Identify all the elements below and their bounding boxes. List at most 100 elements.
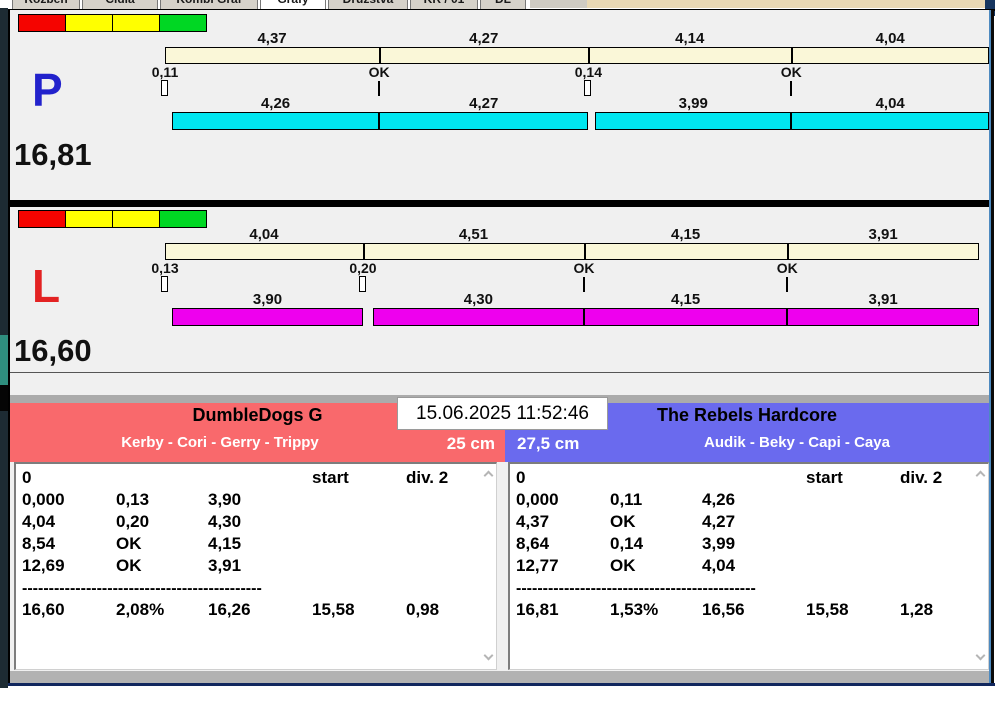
cell: 1,53% [610,600,659,619]
tab-kr-01[interactable]: KR / 01 [410,0,478,9]
ok-marker-tick [378,81,381,96]
clean-time-label: 4,27 [469,95,499,112]
scroll-down-icon[interactable] [483,650,494,661]
fault-marker-box [584,80,592,96]
run-table-right[interactable]: 0 start div. 2 0,000 0,11 4,26 4,37 OK 4,27 8,64 0… [508,462,989,670]
clean-time-label: 3,99 [678,95,708,112]
team-dogs-left: Kerby - Cori - Gerry - Trippy [121,434,319,451]
table-row: 8,54 OK 4,15 [16,534,496,556]
table-row: 12,69 OK 3,91 [16,556,496,578]
table-row: 12,77 OK 4,04 [510,556,988,578]
cell: 0,14 [610,534,644,553]
ok-marker-tick [790,81,793,96]
table-row: 8,64 0,14 3,99 [510,534,988,556]
legend-block-0 [18,14,66,32]
split-time-label: 4,14 [675,30,705,47]
split-divider [362,244,365,259]
clean-time-label: 4,26 [260,95,291,112]
cell: 0,20 [116,512,150,531]
cell: 16,60 [22,600,65,619]
clean-time-label: 3,91 [868,291,898,308]
cell: 4,04 [22,512,56,531]
cell: start [312,468,349,487]
split-time-label: 4,51 [458,226,489,243]
legend-block-3 [159,14,207,32]
legend-block-1 [65,210,113,228]
cell: 0 [516,468,526,487]
lane-panel-left: L 16,60 4,04 4,51 4,15 3,91 0,13 0,20 OK OK 3,90 4,… [10,207,989,372]
cell: 4,27 [702,512,736,531]
cell: 2,08% [116,600,165,619]
tab-dru-stva[interactable]: Družstva [328,0,408,9]
event-label-fault: 0,20 [349,260,377,276]
split-time-label: 4,04 [249,226,279,243]
event-label-ok: OK [573,260,595,276]
split-divider [583,244,586,259]
cell: 4,15 [208,534,242,553]
cell: 1,28 [900,600,934,619]
cell: OK [116,556,142,575]
clean-time-label: 4,30 [463,291,493,308]
cell: OK [610,512,636,531]
split-time-label: 4,27 [469,30,499,47]
table-row: 4,04 0,20 4,30 [16,512,496,534]
table-row: 0,000 0,13 3,90 [16,490,496,512]
legend-block-1 [65,14,113,32]
scroll-down-icon[interactable] [975,650,986,661]
fault-marker-box [161,276,168,292]
lane-letter: L [32,260,61,312]
clean-bar-segment [372,308,584,326]
legend-block-2 [112,210,160,228]
fault-marker-box [358,276,366,292]
table-summary-row: 16,60 2,08% 16,26 15,58 0,98 [16,600,496,622]
cell: 0 [22,468,32,487]
cell: div. 2 [900,468,943,487]
cell: 12,69 [22,556,65,575]
fault-marker-box [161,80,168,96]
cell: 4,37 [516,512,550,531]
table-separator: ----------------------------------------… [516,580,756,597]
table-separator: ----------------------------------------… [22,580,262,597]
split-bar [165,47,990,64]
clean-bar-segment [172,112,380,130]
legend-block-2 [112,14,160,32]
cell: 3,90 [208,490,242,509]
table-summary-row: 16,81 1,53% 16,56 15,58 1,28 [510,600,988,622]
split-time-label: 4,04 [875,30,905,47]
flyball-timing-window: RozběhČidlaKombi GrafGrafyDružstvaKR / 0… [0,0,995,716]
tab-grafy[interactable]: Grafy [260,0,326,9]
clean-bar-segment [595,112,792,130]
lane-total-time: 16,60 [14,333,92,368]
cell: 8,64 [516,534,550,553]
event-label-fault: 0,13 [151,260,179,276]
split-divider [588,48,591,63]
tab-rozb-h[interactable]: Rozběh [12,0,80,9]
tab-kombi-graf[interactable]: Kombi Graf [160,0,258,9]
datetime-display: 15.06.2025 11:52:46 [397,397,608,430]
lane-letter: P [32,64,63,116]
team-size-right: 27,5 cm [517,434,580,453]
lane-panel-bottom-border [10,372,989,373]
legend-block-0 [18,210,66,228]
ok-marker-tick [582,277,585,292]
event-label-ok: OK [780,64,802,80]
window-bottom-border [8,683,995,686]
cell: OK [610,556,636,575]
tab-dl[interactable]: DL [480,0,526,9]
ok-marker-tick [786,277,789,292]
background-window-edge-black [0,385,8,411]
run-table-left[interactable]: 0 start div. 2 0,000 0,13 3,90 4,04 0,20 4,30 8,5… [14,462,497,670]
clean-time-label: 4,15 [671,291,701,308]
table-header-row: 0 start div. 2 [16,468,496,490]
split-divider [787,244,790,259]
cell: 8,54 [22,534,56,553]
cell: 0,000 [22,490,65,509]
legend-block-3 [159,210,207,228]
tab--idla[interactable]: Čidla [82,0,158,9]
clean-bar-segment [583,308,788,326]
lane-divider [10,200,989,207]
table-row: 4,37 OK 4,27 [510,512,988,534]
clean-bar-segment [172,308,363,326]
lane-panel-right: P 16,81 4,37 4,27 4,14 4,04 0,11 OK 0,14 OK 4,26 4,… [10,11,990,200]
tab-bar: RozběhČidlaKombi GrafGrafyDružstvaKR / 0… [8,0,533,9]
